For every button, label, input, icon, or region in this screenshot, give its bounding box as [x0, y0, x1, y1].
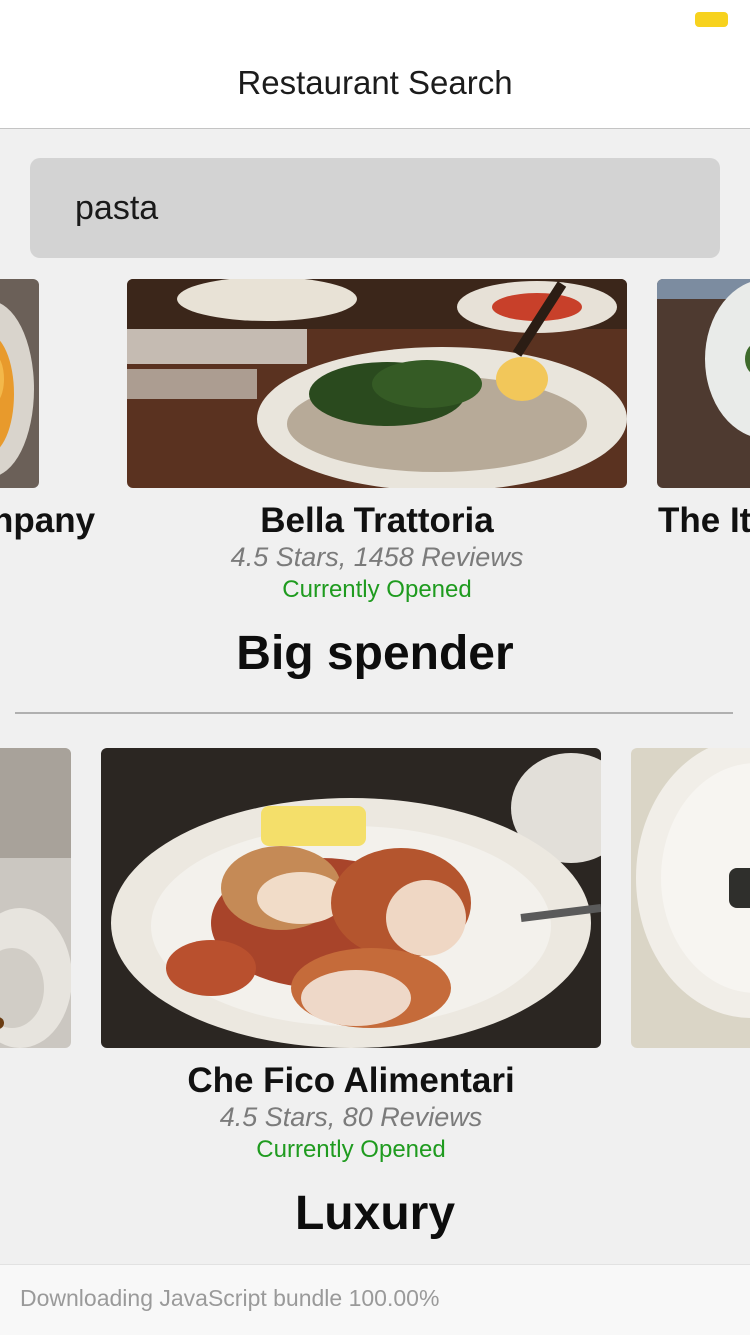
open-status: Currently Opened [256, 1136, 446, 1163]
loading-banner: Downloading JavaScript bundle 100.00% [0, 1264, 750, 1335]
section-title: Luxury [294, 1187, 456, 1240]
restaurant-card-partial-left[interactable] [0, 748, 71, 1048]
restaurant-photo [127, 279, 627, 488]
battery-icon [695, 12, 728, 27]
section-title: Big spender [236, 627, 514, 680]
search-box[interactable] [30, 158, 720, 258]
status-bar [0, 0, 750, 40]
navigation-bar: Restaurant Search [0, 40, 750, 129]
divider [15, 712, 733, 714]
restaurant-card-partial-right[interactable] [631, 748, 750, 1048]
page-title: Restaurant Search [237, 64, 513, 101]
restaurant-photo [657, 279, 750, 488]
restaurant-photo [631, 748, 750, 1048]
restaurant-name: Che Fico Alimentari [187, 1061, 515, 1100]
open-status: Currently Opened [282, 576, 472, 603]
restaurant-name: The It [658, 501, 750, 540]
restaurant-card[interactable]: Che Fico Alimentari 4.5 Stars, 80 Review… [101, 748, 601, 1168]
search-input[interactable] [75, 188, 675, 228]
restaurant-name: npany [0, 501, 96, 540]
restaurant-photo [0, 279, 39, 488]
restaurant-rating: 4.5 Stars, 80 Reviews [219, 1102, 483, 1132]
restaurant-name: Bella Trattoria [260, 501, 494, 540]
restaurant-photo [101, 748, 601, 1048]
restaurant-card-partial-right[interactable]: The It [657, 279, 750, 579]
loading-text: Downloading JavaScript bundle 100.00% [20, 1285, 440, 1311]
restaurant-rating: 4.5 Stars, 1458 Reviews [230, 542, 524, 572]
restaurant-photo [0, 748, 71, 1048]
restaurant-card-partial-left[interactable]: npany [0, 279, 100, 579]
restaurant-card[interactable]: Bella Trattoria 4.5 Stars, 1458 Reviews … [127, 279, 627, 609]
